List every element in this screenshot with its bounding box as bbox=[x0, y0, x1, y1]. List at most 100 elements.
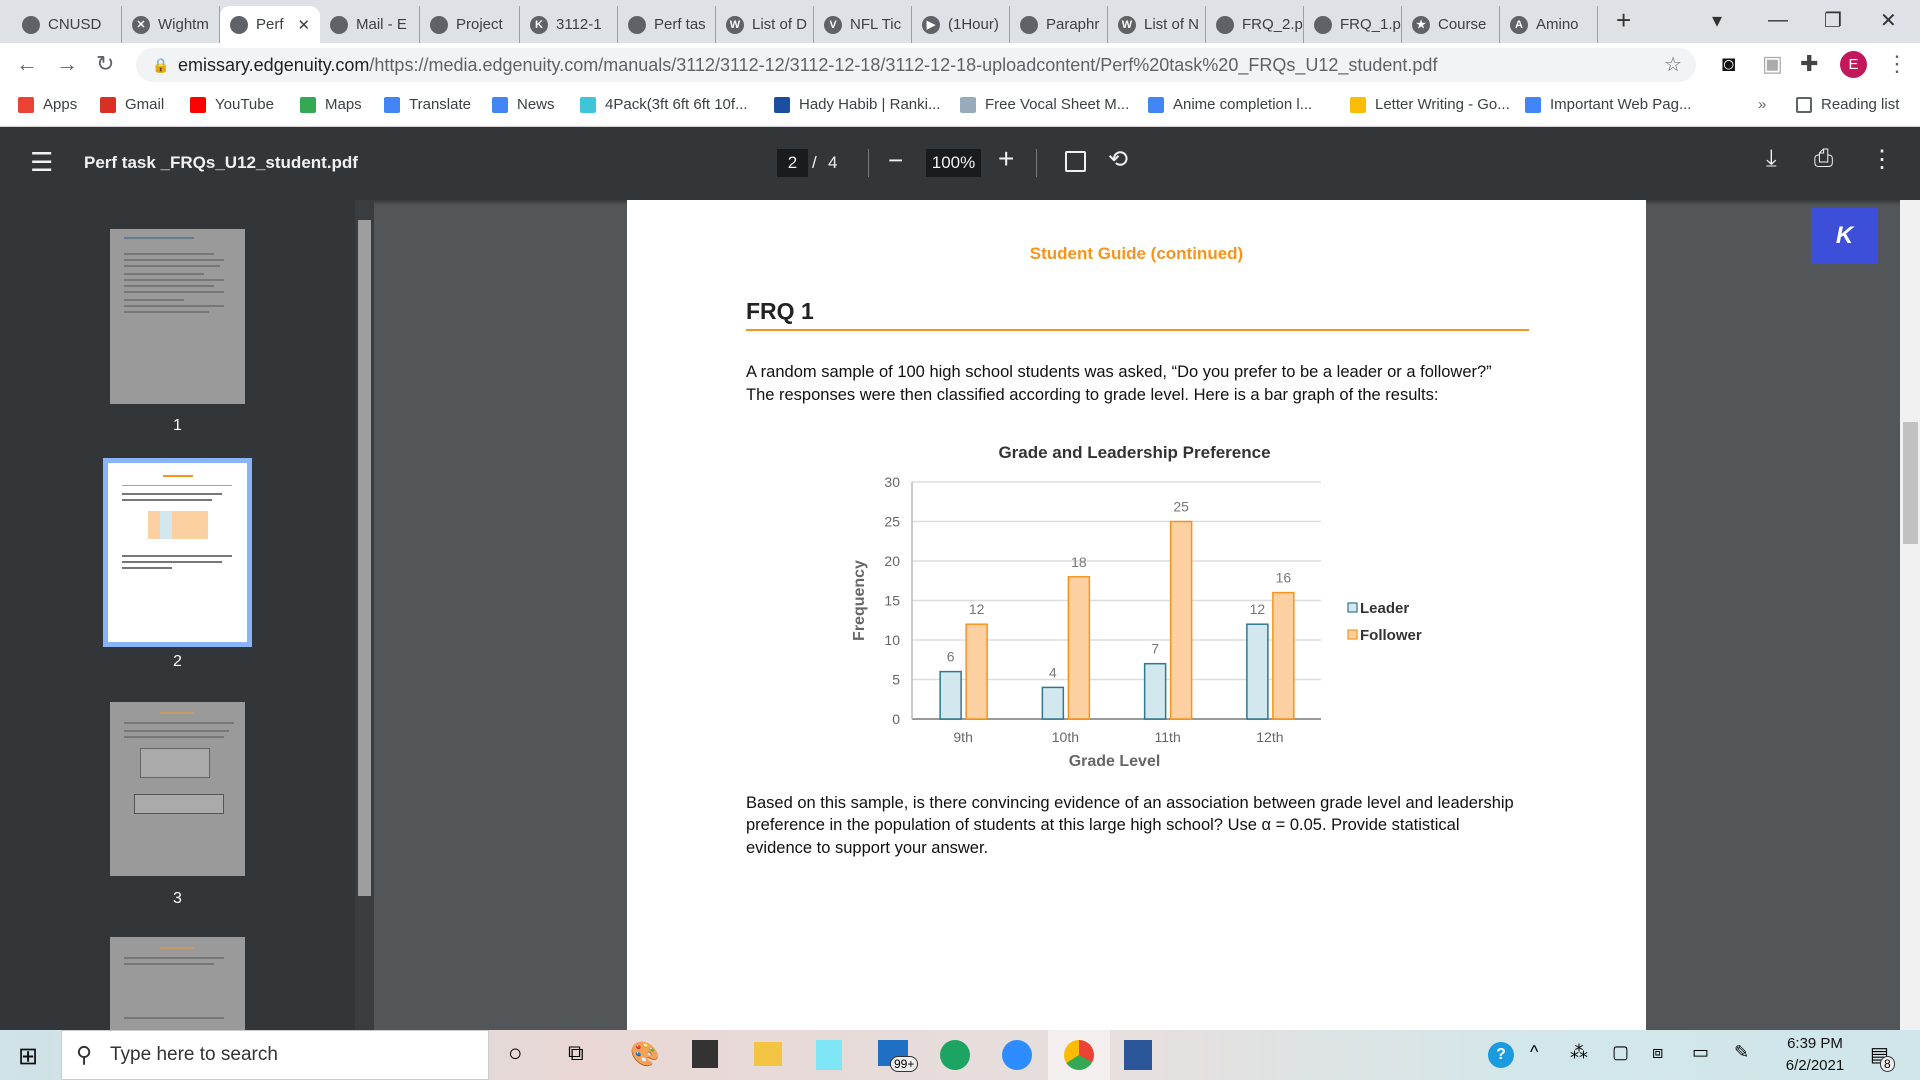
show-hidden-icons[interactable]: ^ bbox=[1530, 1042, 1538, 1063]
tray-icon[interactable]: ▢ bbox=[1612, 1042, 1629, 1063]
rotate-icon[interactable]: ⟲ bbox=[1108, 145, 1128, 174]
new-tab-button[interactable]: + bbox=[1616, 0, 1631, 40]
zoom-input[interactable]: 100% bbox=[926, 149, 981, 177]
bookmark-item[interactable]: Anime completion l... bbox=[1148, 96, 1312, 113]
pdf-toolbar: ☰ Perf task _FRQs_U12_student.pdf 2 / 4 … bbox=[0, 127, 1920, 200]
browser-tab[interactable]: FRQ_2.p bbox=[1206, 6, 1304, 43]
bookmark-item[interactable]: Translate bbox=[384, 96, 471, 113]
windows-start-icon[interactable]: ⊞ bbox=[18, 1042, 38, 1071]
browser-tab[interactable]: W List of D bbox=[716, 6, 814, 43]
print-icon[interactable]: ⎙ bbox=[1814, 145, 1833, 173]
tab-label: NFL Tic bbox=[850, 16, 902, 33]
url-host: emissary.edgenuity.com bbox=[178, 55, 370, 75]
tray-icon[interactable]: ⧈ bbox=[1652, 1042, 1663, 1063]
help-icon[interactable]: ? bbox=[1488, 1042, 1514, 1068]
tray-icon[interactable]: ⁂ bbox=[1570, 1042, 1588, 1063]
app-icon[interactable] bbox=[816, 1040, 842, 1070]
browser-tab[interactable]: W List of N bbox=[1108, 6, 1206, 43]
bookmark-item[interactable]: Letter Writing - Go... bbox=[1350, 96, 1510, 113]
bookmark-item[interactable]: Hady Habib | Ranki... bbox=[774, 96, 940, 113]
chrome-icon bbox=[1064, 1040, 1094, 1070]
scrollbar-thumb[interactable] bbox=[358, 220, 371, 896]
task-view-icon[interactable]: ⧉ bbox=[568, 1040, 584, 1066]
download-icon[interactable]: ⤓ bbox=[1766, 145, 1777, 173]
battery-icon[interactable]: ▭ bbox=[1692, 1042, 1709, 1063]
browser-tab[interactable]: A Amino bbox=[1500, 6, 1598, 43]
browser-tab[interactable]: ★ Course bbox=[1402, 6, 1500, 43]
thumbnail-page-3[interactable] bbox=[110, 702, 245, 876]
bookmarks-bar: » Reading list Apps Gmail YouTube Maps Trans… bbox=[0, 86, 1920, 127]
file-explorer-icon[interactable] bbox=[754, 1042, 782, 1066]
cortana-icon[interactable]: ○ bbox=[508, 1040, 523, 1068]
store-icon[interactable] bbox=[692, 1040, 718, 1068]
browser-tab[interactable]: Perf tas bbox=[618, 6, 716, 43]
zoom-in-button[interactable]: + bbox=[998, 143, 1014, 175]
thumbnail-page-4[interactable] bbox=[110, 937, 245, 1037]
thumbnail-page-1[interactable] bbox=[110, 229, 245, 404]
bookmark-item[interactable]: Apps bbox=[18, 96, 77, 113]
browser-tab[interactable]: ✕ Wightm bbox=[122, 6, 220, 43]
more-actions-icon[interactable]: ⋮ bbox=[1870, 145, 1894, 174]
tab-label: Perf bbox=[256, 16, 284, 33]
tab-favicon-icon bbox=[230, 15, 248, 34]
close-tab-icon[interactable]: ✕ bbox=[298, 16, 311, 34]
data-label: 16 bbox=[1276, 570, 1292, 586]
profile-avatar[interactable]: E bbox=[1840, 51, 1867, 78]
minimize-button[interactable]: — bbox=[1768, 0, 1788, 40]
edge-icon[interactable] bbox=[940, 1040, 970, 1070]
bookmark-item[interactable]: Free Vocal Sheet M... bbox=[960, 96, 1129, 113]
tab-favicon-icon: K bbox=[530, 15, 548, 34]
scrollbar-thumb[interactable] bbox=[1903, 422, 1918, 544]
more-bookmarks-button[interactable]: » bbox=[1758, 96, 1766, 113]
browser-tab[interactable]: FRQ_1.p bbox=[1304, 6, 1402, 43]
bookmark-item[interactable]: Maps bbox=[300, 96, 362, 113]
bookmark-item[interactable]: YouTube bbox=[190, 96, 274, 113]
menu-kebab-icon[interactable]: ⋮ bbox=[1886, 51, 1908, 77]
sidebar-scrollbar[interactable] bbox=[355, 200, 374, 1030]
clock-date[interactable]: 6/2/2021 bbox=[1780, 1057, 1850, 1074]
tab-favicon-icon bbox=[330, 15, 348, 34]
address-bar[interactable]: 🔒 emissary.edgenuity.com/https://media.e… bbox=[136, 48, 1696, 82]
floating-k-button[interactable]: K bbox=[1811, 208, 1878, 264]
paint-icon[interactable]: 🎨 bbox=[630, 1040, 660, 1069]
browser-tab[interactable]: K 3112-1 bbox=[520, 6, 618, 43]
browser-tab[interactable]: ▶ (1Hour) bbox=[912, 6, 1010, 43]
menu-hamburger-icon[interactable]: ☰ bbox=[30, 147, 53, 178]
page-number-input[interactable]: 2 bbox=[777, 149, 808, 177]
browser-tab[interactable]: V NFL Tic bbox=[814, 6, 912, 43]
extension-icon[interactable]: ◙ bbox=[1722, 51, 1735, 77]
clock-time[interactable]: 6:39 PM bbox=[1780, 1035, 1850, 1052]
forward-icon[interactable]: → bbox=[56, 51, 78, 77]
browser-tab[interactable]: Mail - E bbox=[320, 6, 420, 43]
extensions-puzzle-icon[interactable]: ✚ bbox=[1800, 51, 1818, 77]
close-window-button[interactable]: ✕ bbox=[1880, 0, 1897, 40]
reload-icon[interactable]: ↻ bbox=[96, 51, 114, 77]
tab-active[interactable]: Perf ✕ bbox=[220, 6, 320, 43]
bookmark-item[interactable]: 4Pack(3ft 6ft 6ft 10f... bbox=[580, 96, 748, 113]
browser-tab[interactable]: Project bbox=[420, 6, 520, 43]
reading-list-button[interactable]: Reading list bbox=[1796, 96, 1899, 113]
bookmark-item[interactable]: Gmail bbox=[100, 96, 164, 113]
back-icon[interactable]: ← bbox=[16, 51, 38, 77]
bookmark-item[interactable]: Important Web Pag... bbox=[1525, 96, 1691, 113]
chrome-taskbar-button[interactable] bbox=[1048, 1030, 1110, 1080]
tab-search-icon[interactable]: ▾ bbox=[1712, 0, 1722, 40]
page-scrollbar[interactable] bbox=[1900, 200, 1920, 1030]
thumbnail-page-2-selected[interactable] bbox=[103, 458, 252, 647]
intro-line: A random sample of 100 high school stude… bbox=[746, 363, 1492, 381]
zoom-app-icon[interactable] bbox=[1002, 1040, 1032, 1070]
browser-tab[interactable]: Paraphr bbox=[1010, 6, 1108, 43]
zoom-out-button[interactable]: − bbox=[888, 145, 903, 176]
word-icon[interactable] bbox=[1124, 1040, 1152, 1070]
legend-label: Leader bbox=[1360, 600, 1409, 617]
restore-button[interactable]: ❐ bbox=[1824, 0, 1842, 40]
taskbar-search-input[interactable]: ⚲ Type here to search bbox=[61, 1030, 489, 1080]
bookmark-star-icon[interactable]: ☆ bbox=[1664, 48, 1682, 82]
extension-icon[interactable]: ▣ bbox=[1762, 51, 1783, 77]
browser-tab[interactable]: CNUSD bbox=[12, 6, 122, 43]
pen-icon[interactable]: ✎ bbox=[1734, 1042, 1749, 1063]
tab-favicon-icon: ✕ bbox=[132, 15, 150, 34]
fit-page-icon[interactable] bbox=[1065, 151, 1086, 172]
bookmark-item[interactable]: News bbox=[492, 96, 555, 113]
tab-favicon-icon bbox=[430, 15, 448, 34]
